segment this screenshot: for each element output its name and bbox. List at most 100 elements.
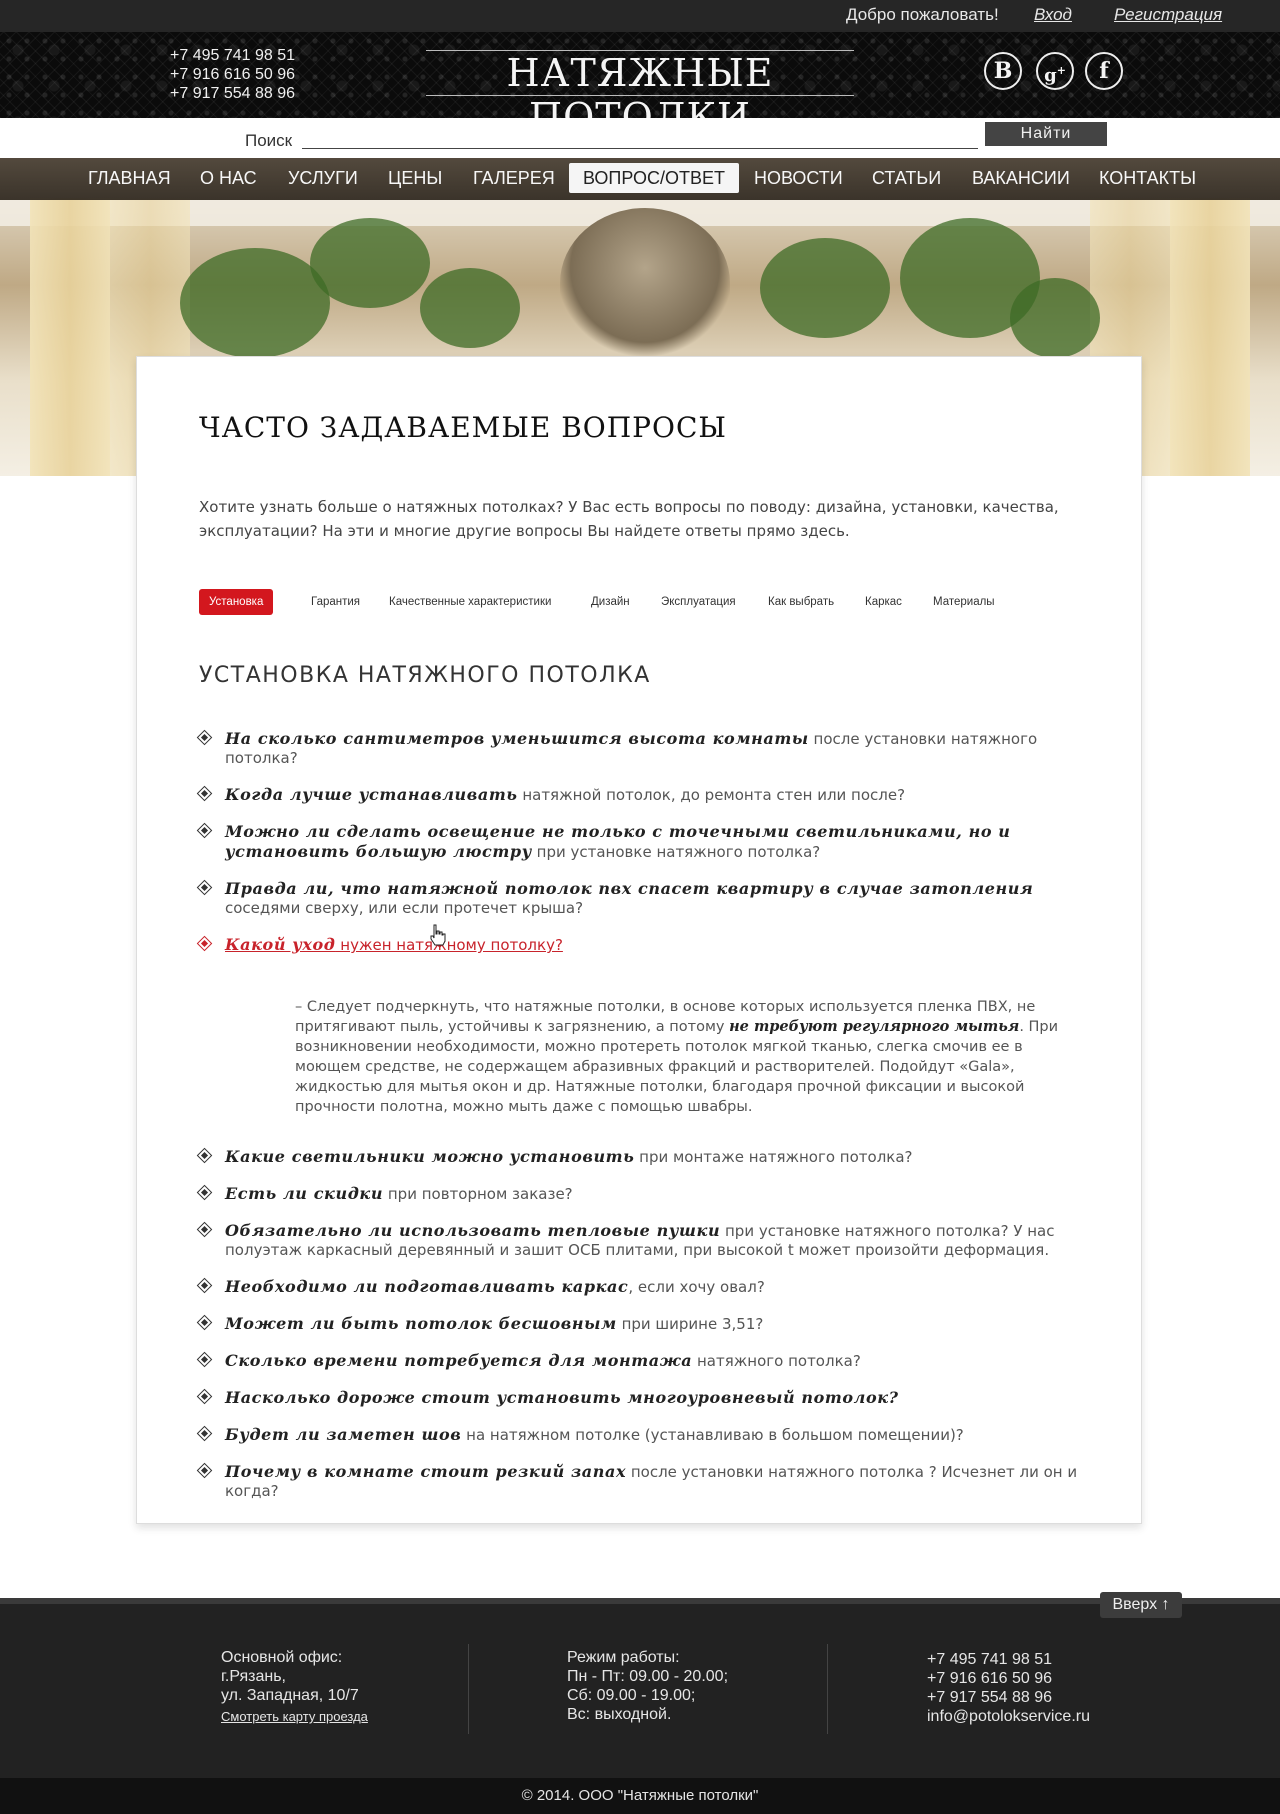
faq-list: На сколько сантиметров уменьшится высота… [196,729,1079,1501]
search-label: Поиск [245,131,293,150]
footer-contacts: +7 495 741 98 51 +7 916 616 50 96 +7 917… [927,1650,1090,1726]
search-input[interactable] [302,128,978,149]
faq-question[interactable]: Сколько времени потребуется для монтажа … [196,1351,1079,1371]
nav-item-services[interactable]: УСЛУГИ [274,163,372,193]
hero-foliage [1010,278,1100,358]
question-keyword: Насколько дороже стоит установить многоу… [225,1388,899,1407]
tab-how-to-choose[interactable]: Как выбрать [768,589,834,615]
question-keyword: Когда лучше устанавливать [225,785,518,804]
faq-question[interactable]: Будет ли заметен шов на натяжном потолке… [196,1425,1079,1445]
footer-office-line: ул. Западная, 10/7 [221,1687,359,1704]
question-keyword: Необходимо ли подготавливать каркас [225,1277,629,1296]
faq-question[interactable]: Может ли быть потолок бесшовным при шири… [196,1314,1079,1334]
diamond-bullet-icon [196,879,213,896]
site-logo[interactable]: НАТЯЖНЫЕ ПОТОЛКИ [426,50,854,139]
footer-office-line: Основной офис: [221,1649,343,1666]
diamond-bullet-icon [196,785,213,802]
faq-answer: – Следует подчеркнуть, что натяжные пото… [295,997,1085,1117]
hero-curtain-right [1170,198,1250,476]
footer-hours: Режим работы: Пн - Пт: 09.00 - 20.00; Сб… [567,1648,728,1724]
question-keyword: Правда ли, что натяжной потолок пвх спас… [225,879,1034,898]
phone-2: +7 916 616 50 96 [170,66,296,83]
question-text: на натяжном потолке (устанавливаю в боль… [461,1426,964,1444]
tab-warranty[interactable]: Гарантия [311,589,360,615]
faq-question[interactable]: Какие светильники можно установить при м… [196,1147,1079,1167]
hand-pointer-icon [430,924,446,946]
register-link[interactable]: Регистрация [1114,5,1222,25]
search-bar: Поиск Найти [0,118,1280,158]
nav-item-news[interactable]: НОВОСТИ [740,163,857,193]
nav-item-articles[interactable]: СТАТЬИ [858,163,955,193]
footer-email[interactable]: info@potolokservice.ru [927,1707,1090,1726]
question-keyword: Может ли быть потолок бесшовным [225,1314,617,1333]
welcome-text: Добро пожаловать! [846,5,999,24]
header-phones: +7 495 741 98 51 +7 916 616 50 96 +7 917… [170,46,295,103]
faq-question[interactable]: Необходимо ли подготавливать каркас, есл… [196,1277,1079,1297]
question-keyword: Какой уход [225,935,336,954]
tab-materials[interactable]: Материалы [933,589,995,615]
tab-design[interactable]: Дизайн [591,589,630,615]
google-plus-icon[interactable]: g+ [1036,52,1074,90]
nav-item-home[interactable]: ГЛАВНАЯ [74,163,185,193]
header: +7 495 741 98 51 +7 916 616 50 96 +7 917… [0,32,1280,139]
faq-question[interactable]: Можно ли сделать освещение не только с т… [196,822,1079,862]
faq-question[interactable]: Правда ли, что натяжной потолок пвх спас… [196,879,1079,918]
question-keyword: Будет ли заметен шов [225,1425,462,1444]
tab-operation[interactable]: Эксплуатация [661,589,736,615]
nav-item-faq[interactable]: ВОПРОС/ОТВЕТ [569,163,739,193]
footer-divider [827,1644,828,1734]
faq-question[interactable]: Насколько дороже стоит установить многоу… [196,1388,1079,1408]
footer-hours-line: Сб: 09.00 - 19.00; [567,1687,696,1704]
intro-text: Хотите узнать больше о натяжных потолках… [199,498,1059,540]
faq-tabs: Установка Гарантия Качественные характер… [199,589,1099,615]
facebook-icon[interactable]: f [1085,52,1123,90]
diamond-bullet-icon [196,1184,213,1201]
footer-hours-line: Режим работы: [567,1649,680,1666]
answer-emphasis: не требуют регулярного мытья [729,1018,1020,1035]
question-keyword: Почему в комнате стоит резкий запах [225,1462,627,1481]
question-keyword: Есть ли скидки [225,1184,384,1203]
question-keyword: На сколько сантиметров уменьшится высота… [225,729,809,748]
footer-phone: +7 917 554 88 96 [927,1689,1053,1706]
diamond-bullet-icon [196,1221,213,1238]
search-button[interactable]: Найти [985,122,1107,146]
diamond-bullet-icon [196,1147,213,1164]
hero-curtain-left [30,198,110,476]
footer-phone: +7 495 741 98 51 [927,1651,1053,1668]
footer-office: Основной офис: г.Рязань, ул. Западная, 1… [221,1648,368,1726]
nav-item-vacancies[interactable]: ВАКАНСИИ [958,163,1084,193]
nav-item-prices[interactable]: ЦЕНЫ [374,163,456,193]
map-link[interactable]: Смотреть карту проезда [221,1707,368,1726]
diamond-bullet-icon [196,1425,213,1442]
hero-foliage [310,218,430,308]
scroll-to-top-button[interactable]: Вверх ↑ [1100,1592,1182,1618]
nav-item-about[interactable]: О НАС [186,163,271,193]
tab-installation[interactable]: Установка [199,589,274,615]
faq-question[interactable]: Когда лучше устанавливать натяжной потол… [196,785,1079,805]
nav-item-gallery[interactable]: ГАЛЕРЕЯ [459,163,569,193]
footer-hours-line: Пн - Пт: 09.00 - 20.00; [567,1668,729,1685]
faq-question[interactable]: На сколько сантиметров уменьшится высота… [196,729,1079,768]
question-keyword: Сколько времени потребуется для монтажа [225,1351,693,1370]
diamond-bullet-icon [196,1462,213,1479]
vk-icon[interactable]: В [984,52,1022,90]
footer-phone: +7 916 616 50 96 [927,1670,1053,1687]
top-bar: Добро пожаловать! Вход Регистрация [0,0,1280,32]
hero-foliage [180,248,330,358]
question-keyword: Какие светильники можно установить [225,1147,635,1166]
question-keyword: Обязательно ли использовать тепловые пуш… [225,1221,721,1240]
question-text: при повторном заказе? [383,1185,573,1203]
faq-question[interactable]: Обязательно ли использовать тепловые пуш… [196,1221,1079,1260]
diamond-bullet-icon [196,729,213,746]
faq-question-open[interactable]: Какой уход нужен натяжному потолку? [196,935,1079,955]
question-text: соседями сверху, или если протечет крыша… [225,899,584,917]
content-card: ЧАСТО ЗАДАВАЕМЫЕ ВОПРОСЫ Хотите узнать б… [136,356,1142,1524]
login-link[interactable]: Вход [1034,5,1072,25]
question-text: нужен натяжному потолку? [335,936,563,954]
main-nav: ГЛАВНАЯ О НАС УСЛУГИ ЦЕНЫ ГАЛЕРЕЯ ВОПРОС… [0,158,1280,200]
faq-question[interactable]: Почему в комнате стоит резкий запах посл… [196,1462,1079,1501]
tab-frame[interactable]: Каркас [865,589,902,615]
faq-question[interactable]: Есть ли скидки при повторном заказе? [196,1184,1079,1204]
tab-quality[interactable]: Качественные характеристики [389,589,551,615]
nav-item-contacts[interactable]: КОНТАКТЫ [1085,163,1210,193]
